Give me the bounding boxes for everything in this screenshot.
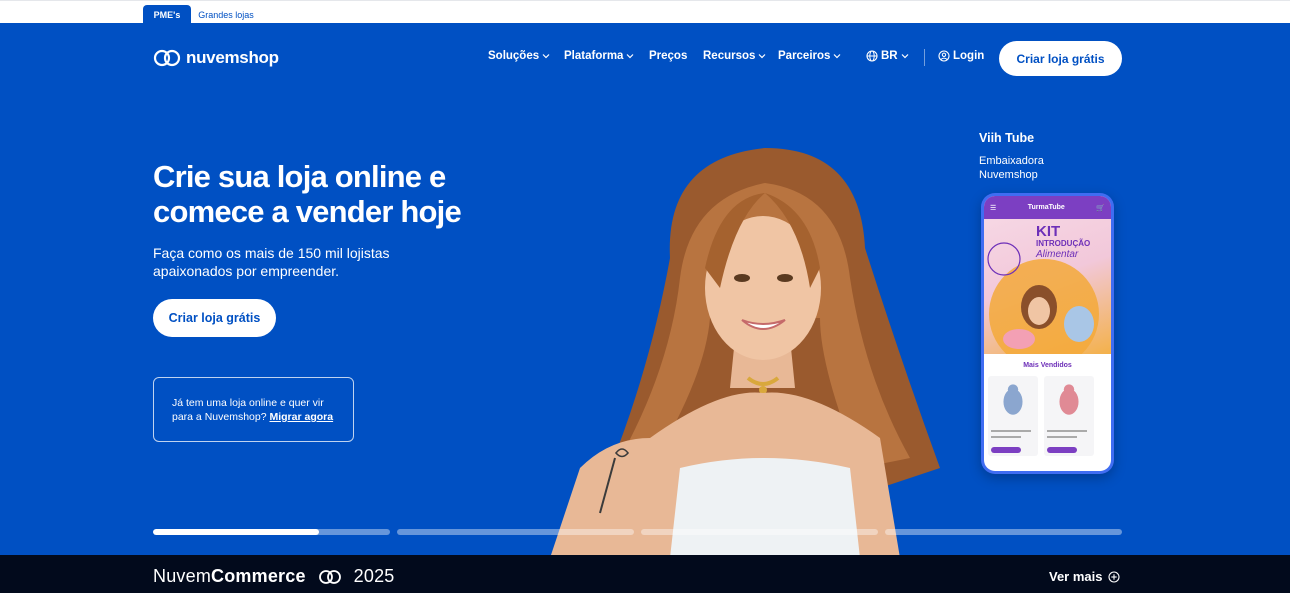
country-label: BR	[881, 50, 898, 62]
phone-store-header: ☰ TurmaTube 🛒	[984, 196, 1111, 219]
login-link[interactable]: Login	[938, 50, 984, 62]
carousel-progress-fill	[153, 529, 319, 535]
brand-name: nuvemshop	[186, 48, 279, 67]
nav-divider	[924, 49, 925, 66]
segment-tabs-bar: PME's Grandes lojas	[0, 0, 1290, 24]
nav-item-precos[interactable]: Preços	[649, 50, 687, 62]
banner-graphic	[987, 242, 1099, 354]
plus-circle-icon	[1107, 570, 1120, 583]
login-label: Login	[953, 50, 985, 62]
nav-label: Preços	[649, 50, 688, 62]
ambassador-role: Embaixadora Nuvemshop	[979, 155, 1044, 181]
tab-grandes-lojas[interactable]: Grandes lojas	[195, 5, 257, 24]
tab-pmes[interactable]: PME's	[143, 5, 191, 24]
nav-item-recursos[interactable]: Recursos	[703, 50, 766, 62]
country-selector[interactable]: BR	[866, 50, 909, 62]
phone-banner: KIT INTRODUÇÃO Alimentar	[984, 219, 1111, 354]
migrate-box: Já tem uma loja online e quer vir para a…	[153, 377, 354, 442]
cloud-logo-icon	[318, 569, 341, 584]
nav-item-parceiros[interactable]: Parceiros	[778, 50, 841, 62]
nav-label: Parceiros	[778, 50, 831, 62]
nav-label: Plataforma	[564, 50, 624, 62]
see-more-link[interactable]: Ver mais	[1049, 569, 1120, 584]
chevron-down-icon	[542, 54, 550, 59]
create-store-button-nav[interactable]: Criar loja grátis	[999, 41, 1122, 76]
chevron-down-icon	[834, 54, 841, 59]
globe-icon	[866, 50, 878, 62]
nav-item-solucoes[interactable]: Soluções	[488, 50, 550, 62]
cloud-logo-icon	[153, 49, 181, 67]
nav-label: Recursos	[703, 50, 756, 62]
phone-mockup: ☰ TurmaTube 🛒 KIT INTRODUÇÃO Alimentar M…	[981, 193, 1114, 474]
create-store-button-hero[interactable]: Criar loja grátis	[153, 299, 276, 337]
ambassador-caption: Viih Tube Embaixadora Nuvemshop	[979, 131, 1069, 182]
ambassador-name: Viih Tube	[979, 131, 1035, 145]
menu-icon: ☰	[990, 204, 997, 212]
carousel-progress-2[interactable]	[397, 529, 634, 535]
hero-section: nuvemshop Soluções Plataforma Preços Rec…	[0, 23, 1290, 555]
chevron-down-icon	[901, 54, 909, 59]
phone-store-name: TurmaTube	[1027, 204, 1065, 211]
ambassador-photo	[551, 148, 940, 555]
see-more-label: Ver mais	[1049, 569, 1103, 584]
nav-item-plataforma[interactable]: Plataforma	[564, 50, 634, 62]
hero-title: Crie sua loja online e comece a vender h…	[153, 159, 462, 229]
carousel-progress-3[interactable]	[641, 529, 878, 535]
nav-label: Soluções	[488, 50, 540, 62]
carousel-progress-1[interactable]	[153, 529, 390, 535]
title-bold: Commerce	[211, 566, 306, 586]
phone-section-title: Mais Vendidos	[1023, 362, 1072, 369]
phone-product-card	[1044, 376, 1094, 456]
migrate-link[interactable]: Migrar agora	[269, 411, 333, 423]
event-year: 2025	[353, 566, 395, 586]
brand-logo[interactable]: nuvemshop	[153, 48, 279, 68]
carousel-progress-4[interactable]	[885, 529, 1122, 535]
chevron-down-icon	[758, 54, 766, 59]
user-icon	[938, 50, 950, 62]
hero-subtitle: Faça como os mais de 150 mil lojistas ap…	[153, 245, 390, 279]
nuvemcommerce-title: NuvemCommerce 2025	[153, 566, 395, 587]
phone-product-card	[988, 376, 1038, 456]
phone-screen: ☰ TurmaTube 🛒 KIT INTRODUÇÃO Alimentar M…	[984, 196, 1111, 471]
title-light: Nuvem	[153, 566, 212, 586]
cart-icon: 🛒	[1096, 204, 1105, 212]
nuvemcommerce-banner: NuvemCommerce 2025 Ver mais	[0, 555, 1290, 593]
chevron-down-icon	[627, 54, 634, 59]
